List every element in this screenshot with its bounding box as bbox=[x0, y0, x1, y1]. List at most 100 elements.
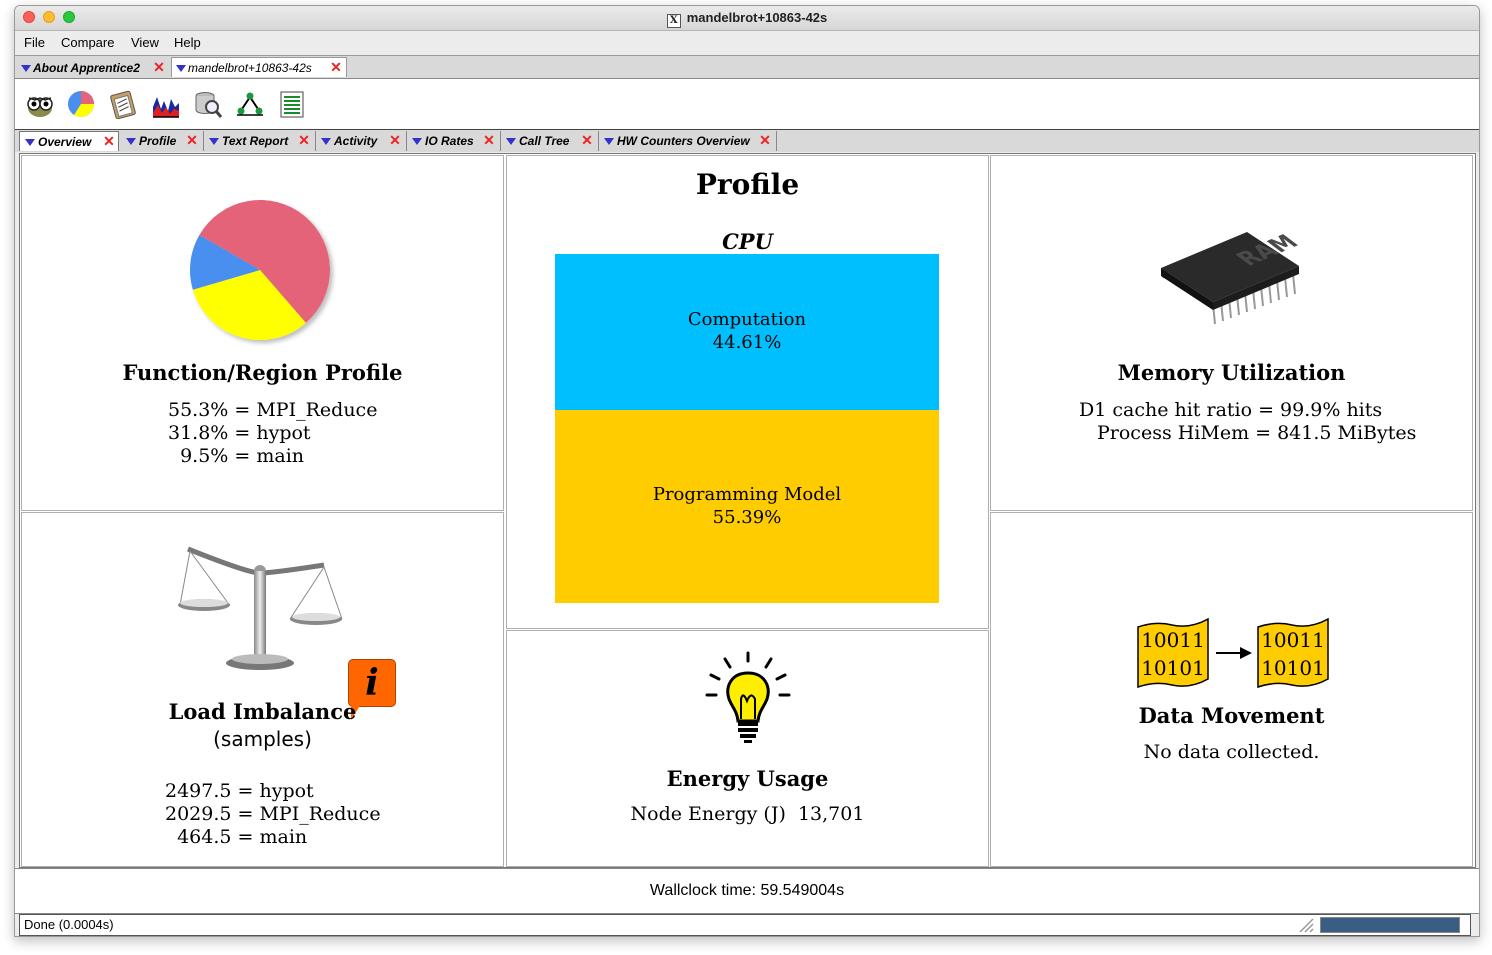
function-profile-title: Function/Region Profile bbox=[122, 360, 403, 385]
close-tab-icon[interactable]: ✕ bbox=[153, 60, 165, 74]
function-profile-line-3: 9.5% = main bbox=[168, 445, 305, 467]
tab-mandelbrot[interactable]: mandelbrot+10863-42s ✕ bbox=[171, 57, 347, 77]
close-tab-icon[interactable]: ✕ bbox=[759, 133, 771, 147]
tab-menu-arrow-icon[interactable] bbox=[321, 138, 331, 145]
ram-chip-icon: RAM bbox=[1161, 230, 1305, 325]
pie-chart bbox=[190, 200, 330, 340]
memory-line-1: D1 cache hit ratio = 99.9% hits bbox=[1079, 399, 1383, 421]
bits-left-top: 10011 bbox=[1141, 628, 1205, 652]
x11-icon: X bbox=[666, 14, 681, 28]
computation-label: Computation bbox=[687, 309, 807, 330]
app-window: Xmandelbrot+10863-42s File Compare View … bbox=[14, 5, 1480, 937]
data-movement-title: Data Movement bbox=[1138, 703, 1325, 728]
tab-menu-arrow-icon[interactable] bbox=[209, 138, 219, 145]
close-tab-icon[interactable]: ✕ bbox=[186, 133, 198, 147]
tab-menu-arrow-icon[interactable] bbox=[604, 138, 614, 145]
window-title-text: mandelbrot+10863-42s bbox=[686, 10, 828, 25]
database-search-icon[interactable] bbox=[193, 89, 223, 119]
close-tab-icon[interactable]: ✕ bbox=[103, 134, 115, 148]
tab-label: Text Report bbox=[222, 134, 289, 148]
function-profile-line-2: 31.8% = hypot bbox=[168, 422, 311, 444]
memory-panel[interactable]: RAM Memory Utilization D1 cache hit rati… bbox=[990, 155, 1473, 511]
document-tab-bar: About Apprentice2 ✕ mandelbrot+10863-42s… bbox=[15, 56, 1479, 79]
close-tab-icon[interactable]: ✕ bbox=[483, 133, 495, 147]
pie-chart-icon[interactable] bbox=[66, 89, 96, 119]
clipboard-icon[interactable] bbox=[108, 89, 138, 119]
programming-model-value: 55.39% bbox=[712, 507, 782, 528]
report-list-icon[interactable] bbox=[277, 89, 307, 119]
close-tab-icon[interactable]: ✕ bbox=[298, 133, 310, 147]
tab-call-tree[interactable]: Call Tree ✕ bbox=[501, 131, 599, 151]
tab-profile[interactable]: Profile ✕ bbox=[121, 131, 204, 151]
memory-title: Memory Utilization bbox=[1117, 360, 1346, 385]
bits-right-bottom: 10101 bbox=[1261, 656, 1325, 680]
tab-menu-arrow-icon[interactable] bbox=[412, 138, 422, 145]
tab-label: Activity bbox=[334, 134, 378, 148]
function-profile-line-1: 55.3% = MPI_Reduce bbox=[168, 399, 378, 421]
bits-left-bottom: 10101 bbox=[1141, 656, 1205, 680]
tab-overview[interactable]: Overview ✕ bbox=[19, 131, 119, 151]
load-imbalance-subtitle: (samples) bbox=[213, 727, 312, 751]
tab-menu-arrow-icon[interactable] bbox=[176, 65, 186, 72]
computation-block[interactable]: Computation 44.61% bbox=[555, 254, 939, 410]
profile-panel[interactable]: Profile CPU Computation 44.61% Programmi… bbox=[506, 155, 989, 629]
menu-file[interactable]: File bbox=[24, 35, 45, 50]
info-icon-glyph: i bbox=[365, 662, 379, 704]
data-movement-panel[interactable]: 10011 10101 10011 10101 Data Movement No… bbox=[990, 512, 1473, 867]
title-bar: Xmandelbrot+10863-42s bbox=[15, 6, 1479, 31]
tab-text-report[interactable]: Text Report ✕ bbox=[204, 131, 316, 151]
profile-title: Profile bbox=[695, 168, 800, 201]
status-bar: Done (0.0004s) bbox=[19, 914, 1471, 936]
call-tree-icon[interactable] bbox=[235, 89, 265, 119]
resize-grip-icon[interactable] bbox=[1296, 917, 1314, 933]
tab-label: IO Rates bbox=[425, 134, 474, 148]
wallclock-bar: Wallclock time: 59.549004s bbox=[15, 868, 1479, 914]
tab-label: HW Counters Overview bbox=[617, 134, 750, 148]
close-tab-icon[interactable]: ✕ bbox=[389, 133, 401, 147]
tab-io-rates[interactable]: IO Rates ✕ bbox=[407, 131, 501, 151]
close-tab-icon[interactable]: ✕ bbox=[330, 60, 342, 74]
tab-menu-arrow-icon[interactable] bbox=[506, 138, 516, 145]
tab-about-apprentice2[interactable]: About Apprentice2 ✕ bbox=[17, 58, 169, 78]
tab-label: Profile bbox=[139, 134, 177, 148]
energy-title: Energy Usage bbox=[666, 766, 829, 791]
progress-bar bbox=[1320, 917, 1460, 933]
function-profile-panel[interactable]: Function/Region Profile 55.3% = MPI_Redu… bbox=[21, 155, 504, 511]
light-bulb-icon bbox=[705, 651, 791, 743]
tab-menu-arrow-icon[interactable] bbox=[21, 65, 31, 72]
computation-value: 44.61% bbox=[712, 332, 782, 353]
tab-menu-arrow-icon[interactable] bbox=[126, 138, 136, 145]
menu-compare[interactable]: Compare bbox=[61, 35, 114, 50]
data-transfer-icon: 10011 10101 10011 10101 bbox=[1137, 617, 1329, 689]
balance-scale-icon bbox=[178, 546, 343, 670]
menu-view[interactable]: View bbox=[131, 35, 159, 50]
profile-subtitle: CPU bbox=[722, 229, 773, 254]
load-imbalance-line-1: 2497.5 = hypot bbox=[165, 780, 314, 802]
owl-icon[interactable] bbox=[25, 89, 55, 119]
tab-menu-arrow-icon[interactable] bbox=[25, 139, 35, 146]
programming-model-block[interactable]: Programming Model 55.39% bbox=[555, 410, 939, 603]
bits-right-top: 10011 bbox=[1261, 628, 1325, 652]
close-tab-icon[interactable]: ✕ bbox=[581, 133, 593, 147]
toolbar bbox=[15, 79, 1479, 131]
menu-bar: File Compare View Help bbox=[15, 31, 1479, 56]
data-movement-line: No data collected. bbox=[1143, 741, 1320, 763]
tab-hw-counters-overview[interactable]: HW Counters Overview ✕ bbox=[599, 131, 777, 151]
tab-label: About Apprentice2 bbox=[33, 61, 140, 75]
load-imbalance-panel[interactable]: i Load Imbalance (samples) 2497.5 = hypo… bbox=[21, 512, 504, 867]
menu-help[interactable]: Help bbox=[174, 35, 201, 50]
status-text: Done (0.0004s) bbox=[24, 917, 114, 932]
window-title: Xmandelbrot+10863-42s bbox=[15, 10, 1479, 28]
wallclock-time: Wallclock time: 59.549004s bbox=[649, 882, 845, 899]
overview-content: Function/Region Profile 55.3% = MPI_Redu… bbox=[19, 153, 1476, 868]
load-imbalance-line-2: 2029.5 = MPI_Reduce bbox=[165, 803, 381, 825]
load-imbalance-line-3: 464.5 = main bbox=[165, 826, 308, 848]
tab-label: mandelbrot+10863-42s bbox=[188, 61, 312, 75]
tab-activity[interactable]: Activity ✕ bbox=[316, 131, 407, 151]
load-imbalance-title: Load Imbalance bbox=[168, 699, 357, 724]
energy-panel[interactable]: Energy Usage Node Energy (J) 13,701 bbox=[506, 630, 989, 867]
energy-line: Node Energy (J) 13,701 bbox=[630, 803, 865, 825]
memory-line-2: Process HiMem = 841.5 MiBytes bbox=[1097, 422, 1417, 444]
histogram-icon[interactable] bbox=[151, 89, 181, 119]
tab-label: Overview bbox=[38, 135, 92, 149]
